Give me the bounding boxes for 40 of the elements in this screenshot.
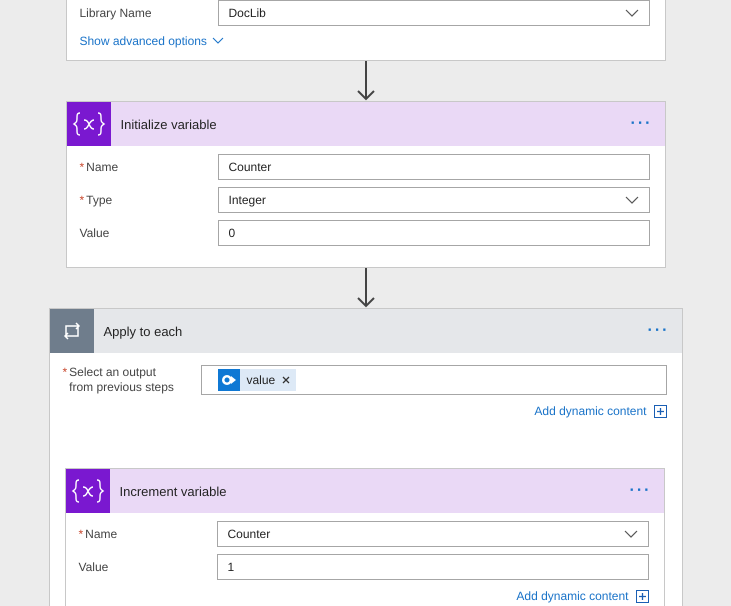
required-mark: * — [80, 160, 84, 174]
token-chip[interactable]: value — [218, 369, 296, 391]
add-dynamic-content-link[interactable]: Add dynamic content — [534, 404, 646, 418]
more-menu[interactable]: ··· — [630, 482, 652, 500]
show-advanced-options-link[interactable]: Show advanced options — [80, 34, 224, 48]
token-field[interactable]: value — [200, 365, 666, 395]
chevron-down-icon — [212, 37, 224, 45]
required-mark: * — [62, 365, 68, 380]
step-title: Initialize variable — [120, 116, 218, 132]
required-mark: * — [78, 527, 84, 541]
card-header[interactable]: Initialize variable ··· — [66, 102, 664, 146]
card-header[interactable]: Increment variable ··· — [66, 469, 664, 513]
chevron-down-icon — [624, 9, 638, 17]
dropdown-field[interactable]: Integer — [218, 187, 650, 213]
close-icon[interactable] — [282, 376, 290, 384]
add-dynamic-content-link[interactable]: Add dynamic content — [516, 589, 628, 603]
field-label: Select an output from previous steps — [69, 365, 175, 395]
arrow-connector — [356, 61, 376, 101]
field-label: Name — [85, 527, 118, 541]
field-label: Value — [78, 560, 108, 574]
dropdown-field[interactable]: DocLib — [218, 0, 650, 26]
input-field[interactable]: Counter — [218, 154, 650, 180]
dropdown-field[interactable]: Counter — [216, 521, 648, 547]
chevron-down-icon — [624, 530, 638, 538]
field-label: Type — [86, 193, 112, 207]
add-icon[interactable] — [636, 590, 648, 602]
more-menu[interactable]: ··· — [630, 115, 652, 133]
input-field[interactable]: 0 — [218, 220, 650, 246]
arrow-connector — [356, 268, 376, 308]
field-label: Library Name — [80, 6, 152, 20]
field-label: Value — [80, 226, 110, 240]
required-mark: * — [80, 193, 84, 207]
step-title: Apply to each — [104, 324, 184, 338]
step-title: Increment variable — [120, 484, 228, 498]
more-menu[interactable]: ··· — [648, 322, 670, 340]
chevron-down-icon — [624, 196, 638, 204]
field-label: Name — [86, 160, 118, 174]
input-field[interactable]: 1 — [216, 554, 648, 580]
card-header[interactable]: Apply to each ··· — [50, 309, 682, 353]
add-icon[interactable] — [654, 404, 666, 418]
